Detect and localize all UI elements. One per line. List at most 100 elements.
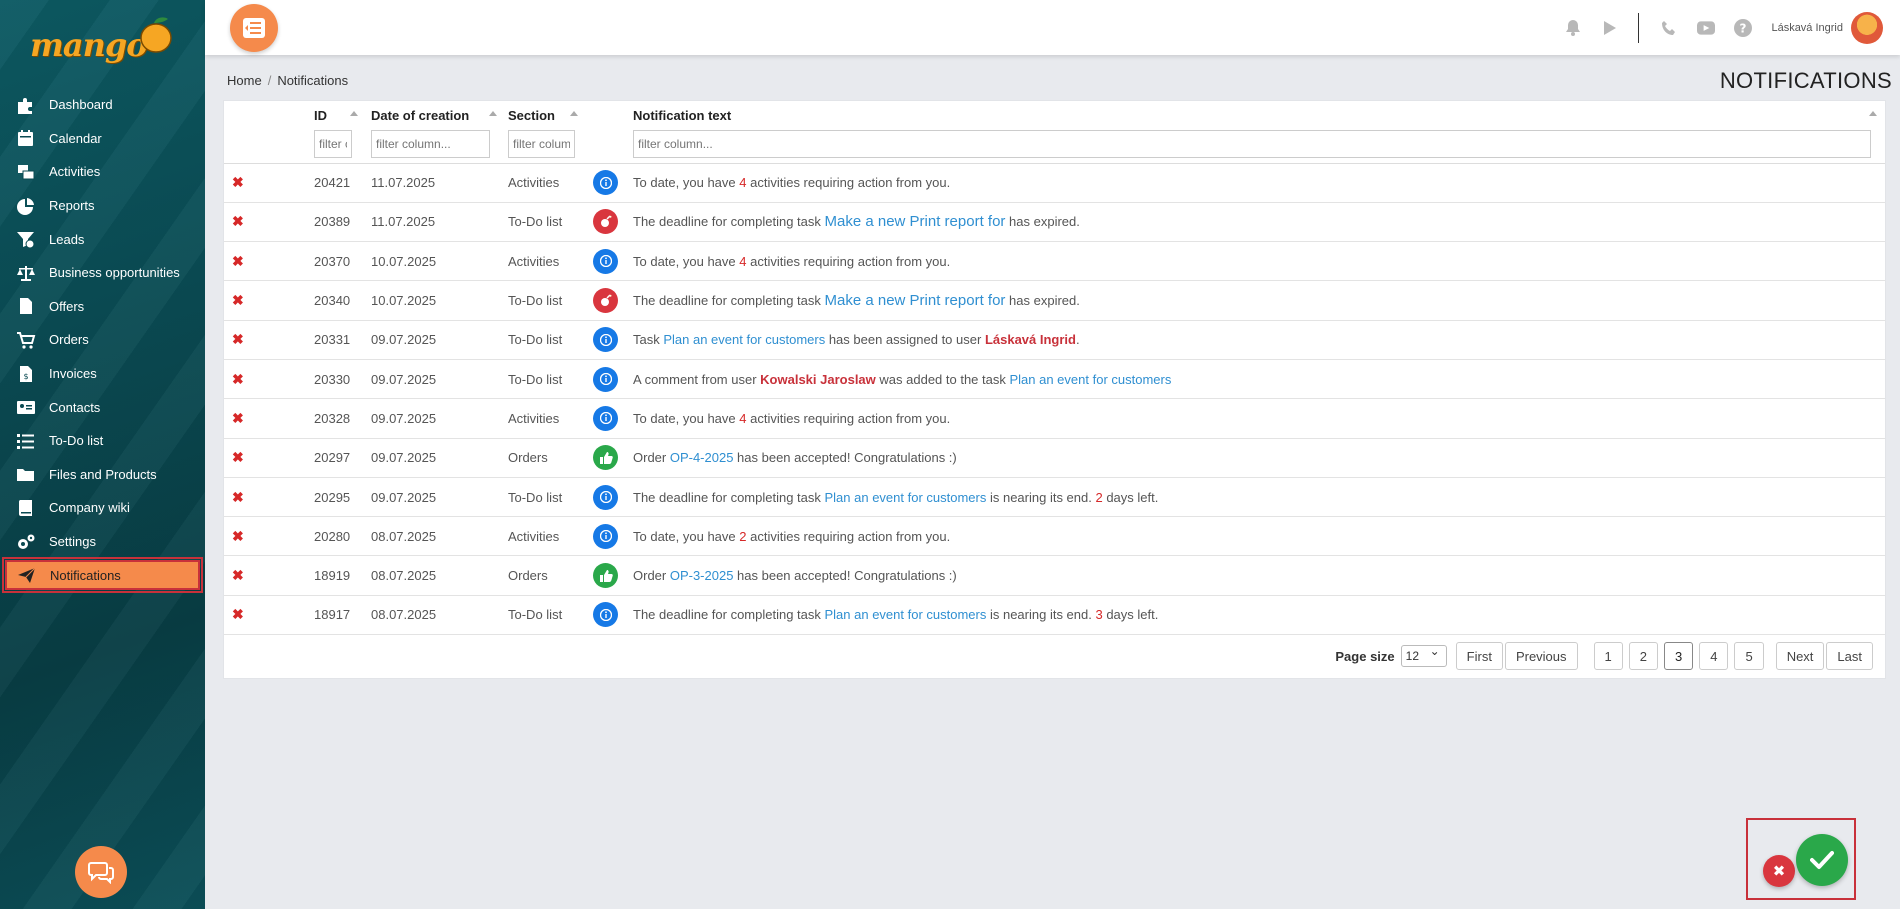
sidebar-item-label: Files and Products xyxy=(49,466,157,482)
delete-icon[interactable]: ✖ xyxy=(232,528,244,544)
sort-caret-icon[interactable] xyxy=(489,111,497,116)
sidebar-item-business-opportunities[interactable]: Business opportunities xyxy=(0,256,205,290)
delete-icon[interactable]: ✖ xyxy=(232,213,244,229)
sidebar-item-notifications[interactable]: Notifications xyxy=(2,557,203,594)
notification-text-cell: The deadline for completing task Plan an… xyxy=(633,477,1885,518)
confirm-button[interactable] xyxy=(1796,834,1848,886)
sidebar-item-to-do-list[interactable]: To-Do list xyxy=(0,424,205,458)
previous-page-button[interactable]: Previous xyxy=(1504,642,1578,670)
logo[interactable]: mango xyxy=(30,12,180,67)
youtube-icon[interactable] xyxy=(1697,19,1716,37)
table-row[interactable]: ✖ 18919 08.07.2025 Orders Order OP-3-2025 ha… xyxy=(224,555,1885,596)
table-row[interactable]: ✖ 18917 08.07.2025 To-Do list The deadline f… xyxy=(224,595,1885,636)
page-4-button[interactable]: 4 xyxy=(1699,642,1729,670)
type-cell xyxy=(593,595,633,636)
table-row[interactable]: ✖ 20331 09.07.2025 To-Do list Task Plan an e… xyxy=(224,320,1885,360)
sort-caret-icon[interactable] xyxy=(350,111,358,116)
user-link[interactable]: Láskavá Ingrid xyxy=(985,332,1076,347)
date-filter-input[interactable] xyxy=(371,130,490,158)
sort-caret-icon[interactable] xyxy=(570,111,578,116)
sidebar-item-offers[interactable]: Offers xyxy=(0,290,205,324)
user-link[interactable]: Kowalski Jaroslaw xyxy=(760,372,876,387)
sidebar-item-calendar[interactable]: Calendar xyxy=(0,122,205,156)
date-cell: 11.07.2025 xyxy=(371,163,508,203)
info-icon xyxy=(593,366,618,392)
section-filter-input[interactable] xyxy=(508,130,575,158)
delete-cell: ✖ xyxy=(224,359,314,400)
help-icon[interactable]: ? xyxy=(1734,18,1753,37)
first-page-button[interactable]: First xyxy=(1455,642,1503,670)
task-link[interactable]: OP-3-2025 xyxy=(670,568,734,583)
breadcrumb-home[interactable]: Home xyxy=(227,73,262,88)
page-5-button[interactable]: 5 xyxy=(1734,642,1764,670)
table-row[interactable]: ✖ 20328 09.07.2025 Activities To date, you h… xyxy=(224,398,1885,439)
task-link[interactable]: Make a new Print report for xyxy=(825,213,1006,230)
svg-text:$: $ xyxy=(23,372,28,381)
sidebar-item-settings[interactable]: Settings xyxy=(0,525,205,559)
delete-cell: ✖ xyxy=(224,320,314,360)
delete-icon[interactable]: ✖ xyxy=(232,449,244,465)
last-page-button[interactable]: Last xyxy=(1826,642,1873,670)
delete-icon[interactable]: ✖ xyxy=(232,489,244,505)
sidebar-item-activities[interactable]: Activities xyxy=(0,155,205,189)
date-column-header[interactable]: Date of creation xyxy=(371,101,508,164)
task-link[interactable]: Plan an event for customers xyxy=(825,607,987,622)
table-row[interactable]: ✖ 20389 11.07.2025 To-Do list The deadline f… xyxy=(224,202,1885,243)
table-row[interactable]: ✖ 20297 09.07.2025 Orders Order OP-4-2025 ha… xyxy=(224,438,1885,478)
sidebar-item-label: Settings xyxy=(49,534,96,550)
delete-icon[interactable]: ✖ xyxy=(232,606,244,622)
table-row[interactable]: ✖ 20421 11.07.2025 Activities To date, you h… xyxy=(224,163,1885,203)
sidebar-item-dashboard[interactable]: Dashboard xyxy=(0,88,205,122)
id-filter-input[interactable] xyxy=(314,130,352,158)
next-page-button[interactable]: Next xyxy=(1775,642,1825,670)
page-1-button[interactable]: 1 xyxy=(1593,642,1623,670)
delete-icon[interactable]: ✖ xyxy=(232,371,244,387)
sidebar-item-files-and-products[interactable]: Files and Products xyxy=(0,458,205,492)
sort-caret-icon[interactable] xyxy=(1869,111,1877,116)
menu-toggle-button[interactable] xyxy=(230,4,278,52)
id-column-header[interactable]: ID xyxy=(314,101,371,164)
delete-icon[interactable]: ✖ xyxy=(232,292,244,308)
delete-icon[interactable]: ✖ xyxy=(232,174,244,190)
delete-icon[interactable]: ✖ xyxy=(232,410,244,426)
bomb-icon xyxy=(593,209,618,235)
phone-icon[interactable] xyxy=(1660,19,1678,37)
delete-icon[interactable]: ✖ xyxy=(232,567,244,583)
table-row[interactable]: ✖ 20330 09.07.2025 To-Do list A comment from… xyxy=(224,359,1885,400)
delete-icon[interactable]: ✖ xyxy=(232,253,244,269)
chat-button[interactable] xyxy=(75,846,127,898)
table-row[interactable]: ✖ 20295 09.07.2025 To-Do list The deadline f… xyxy=(224,477,1885,518)
text-filter-input[interactable] xyxy=(633,130,1871,158)
sidebar-item-leads[interactable]: Leads xyxy=(0,222,205,256)
task-link[interactable]: Plan an event for customers xyxy=(825,490,987,505)
table-row[interactable]: ✖ 20370 10.07.2025 Activities To date, you h… xyxy=(224,241,1885,282)
delete-icon[interactable]: ✖ xyxy=(232,331,244,347)
page-size-select[interactable]: 12 xyxy=(1400,644,1447,667)
sidebar-item-invoices[interactable]: $ Invoices xyxy=(0,357,205,391)
table-row[interactable]: ✖ 20280 08.07.2025 Activities To date, you h… xyxy=(224,516,1885,557)
pie-chart-icon xyxy=(16,197,36,215)
avatar[interactable] xyxy=(1851,11,1883,44)
svg-text:?: ? xyxy=(1740,21,1747,35)
notification-text-part: days left. xyxy=(1102,489,1159,505)
notification-text-cell: To date, you have 2 activities requiring… xyxy=(633,516,1885,557)
sidebar-item-company-wiki[interactable]: Company wiki xyxy=(0,491,205,525)
task-link[interactable]: OP-4-2025 xyxy=(670,450,734,465)
cancel-button[interactable]: ✖ xyxy=(1763,855,1795,887)
sidebar-item-reports[interactable]: Reports xyxy=(0,189,205,223)
bell-icon[interactable] xyxy=(1564,19,1582,37)
task-link[interactable]: Plan an event for customers xyxy=(1009,372,1171,387)
id-cell: 20331 xyxy=(314,320,371,360)
task-link[interactable]: Make a new Print report for xyxy=(825,292,1006,309)
text-column-header[interactable]: Notification text xyxy=(633,101,1885,164)
page-2-button[interactable]: 2 xyxy=(1628,642,1658,670)
play-icon[interactable] xyxy=(1601,19,1619,37)
table-row[interactable]: ✖ 20340 10.07.2025 To-Do list The deadline f… xyxy=(224,280,1885,321)
page-3-button[interactable]: 3 xyxy=(1663,642,1694,670)
sidebar-item-orders[interactable]: Orders xyxy=(0,323,205,357)
paper-plane-icon xyxy=(17,566,37,584)
sidebar-item-contacts[interactable]: Contacts xyxy=(0,390,205,424)
task-link[interactable]: Plan an event for customers xyxy=(663,332,825,347)
section-column-header[interactable]: Section xyxy=(508,101,593,164)
user-name[interactable]: Láskavá Ingrid xyxy=(1771,22,1843,34)
